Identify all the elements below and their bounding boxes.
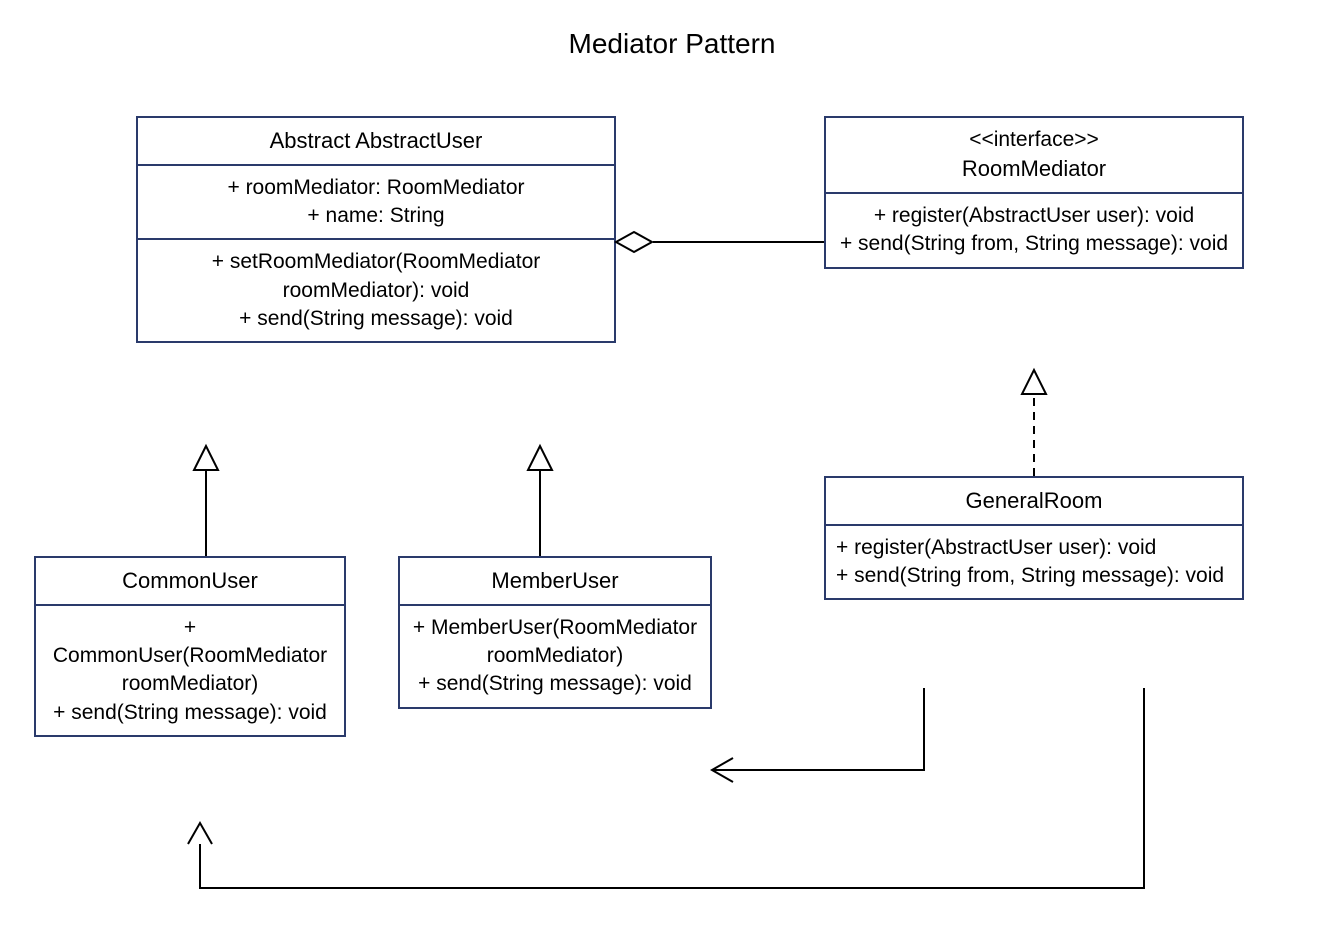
class-member-user: MemberUser + MemberUser(RoomMediator roo… bbox=[398, 556, 712, 709]
class-name-abstract-user: Abstract AbstractUser bbox=[138, 118, 614, 166]
class-header-room-mediator: <<interface>> RoomMediator bbox=[826, 118, 1242, 194]
class-general-room: GeneralRoom + register(AbstractUser user… bbox=[824, 476, 1244, 600]
class-ops-room-mediator: + register(AbstractUser user): void + se… bbox=[826, 194, 1242, 267]
realization-general-room bbox=[1022, 370, 1046, 476]
class-name-general-room: GeneralRoom bbox=[826, 478, 1242, 526]
class-ops-general-room: + register(AbstractUser user): void + se… bbox=[826, 526, 1242, 599]
stereotype-room-mediator: <<interface>> bbox=[836, 126, 1232, 154]
class-abstract-user: Abstract AbstractUser + roomMediator: Ro… bbox=[136, 116, 616, 343]
aggregation-abstract-user-room-mediator bbox=[616, 232, 824, 252]
class-name-member-user: MemberUser bbox=[400, 558, 710, 606]
class-common-user: CommonUser + CommonUser(RoomMediator roo… bbox=[34, 556, 346, 737]
diagram-title: Mediator Pattern bbox=[0, 28, 1344, 60]
class-ops-member-user: + MemberUser(RoomMediator roomMediator) … bbox=[400, 606, 710, 707]
class-room-mediator: <<interface>> RoomMediator + register(Ab… bbox=[824, 116, 1244, 269]
class-ops-common-user: + CommonUser(RoomMediator roomMediator) … bbox=[36, 606, 344, 735]
class-ops-abstract-user: + setRoomMediator(RoomMediator roomMedia… bbox=[138, 240, 614, 341]
class-attrs-abstract-user: + roomMediator: RoomMediator + name: Str… bbox=[138, 166, 614, 241]
class-name-common-user: CommonUser bbox=[36, 558, 344, 606]
assoc-generalroom-memberuser bbox=[712, 688, 924, 782]
class-name-room-mediator: RoomMediator bbox=[836, 154, 1232, 184]
generalization-member-user bbox=[528, 446, 552, 556]
generalization-common-user bbox=[194, 446, 218, 556]
